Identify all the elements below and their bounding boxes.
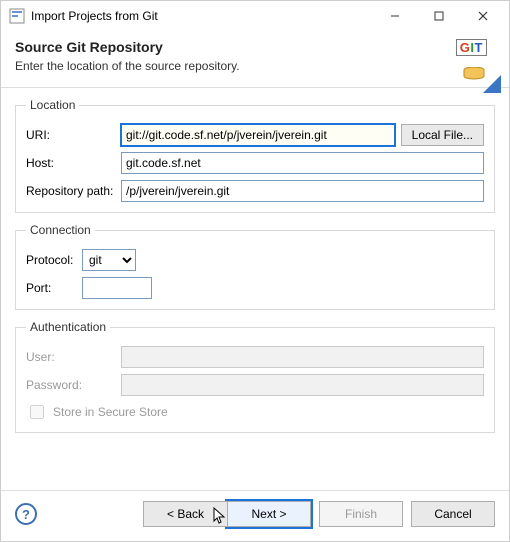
store-secure-checkbox-input — [30, 405, 44, 419]
repo-path-input[interactable] — [121, 180, 484, 202]
repository-icon — [463, 67, 485, 81]
host-label: Host: — [26, 156, 121, 170]
port-label: Port: — [26, 281, 82, 295]
user-label: User: — [26, 350, 121, 364]
uri-input[interactable] — [121, 124, 395, 146]
host-input[interactable] — [121, 152, 484, 174]
maximize-button[interactable] — [417, 2, 461, 30]
wizard-footer: ? < Back Next > Finish Cancel — [1, 490, 509, 541]
wizard-header: Source Git Repository Enter the location… — [1, 31, 509, 79]
protocol-label: Protocol: — [26, 253, 82, 267]
app-icon — [9, 8, 25, 24]
protocol-select[interactable]: git — [82, 249, 136, 271]
connection-group: Connection Protocol: git Port: — [15, 223, 495, 310]
location-legend: Location — [26, 98, 79, 112]
user-input — [121, 346, 484, 368]
title-bar: Import Projects from Git — [1, 1, 509, 31]
help-button[interactable]: ? — [15, 503, 37, 525]
authentication-legend: Authentication — [26, 320, 110, 334]
back-button[interactable]: < Back — [143, 501, 227, 527]
close-button[interactable] — [461, 2, 505, 30]
git-icon: GIT — [456, 39, 487, 56]
next-button[interactable]: Next > — [227, 501, 311, 527]
password-input — [121, 374, 484, 396]
local-file-button[interactable]: Local File... — [401, 124, 484, 146]
port-input[interactable] — [82, 277, 152, 299]
store-secure-label: Store in Secure Store — [53, 405, 168, 419]
page-subtitle: Enter the location of the source reposit… — [15, 59, 495, 73]
cancel-button[interactable]: Cancel — [411, 501, 495, 527]
page-title: Source Git Repository — [15, 39, 495, 55]
minimize-button[interactable] — [373, 2, 417, 30]
store-secure-checkbox: Store in Secure Store — [26, 402, 484, 422]
uri-label: URI: — [26, 128, 121, 142]
git-logo: GIT — [445, 37, 501, 93]
repo-path-label: Repository path: — [26, 184, 121, 198]
location-group: Location URI: Local File... Host: Reposi… — [15, 98, 495, 213]
authentication-group: Authentication User: Password: Store in … — [15, 320, 495, 433]
password-label: Password: — [26, 378, 121, 392]
window-title: Import Projects from Git — [31, 9, 373, 23]
connection-legend: Connection — [26, 223, 95, 237]
finish-button: Finish — [319, 501, 403, 527]
